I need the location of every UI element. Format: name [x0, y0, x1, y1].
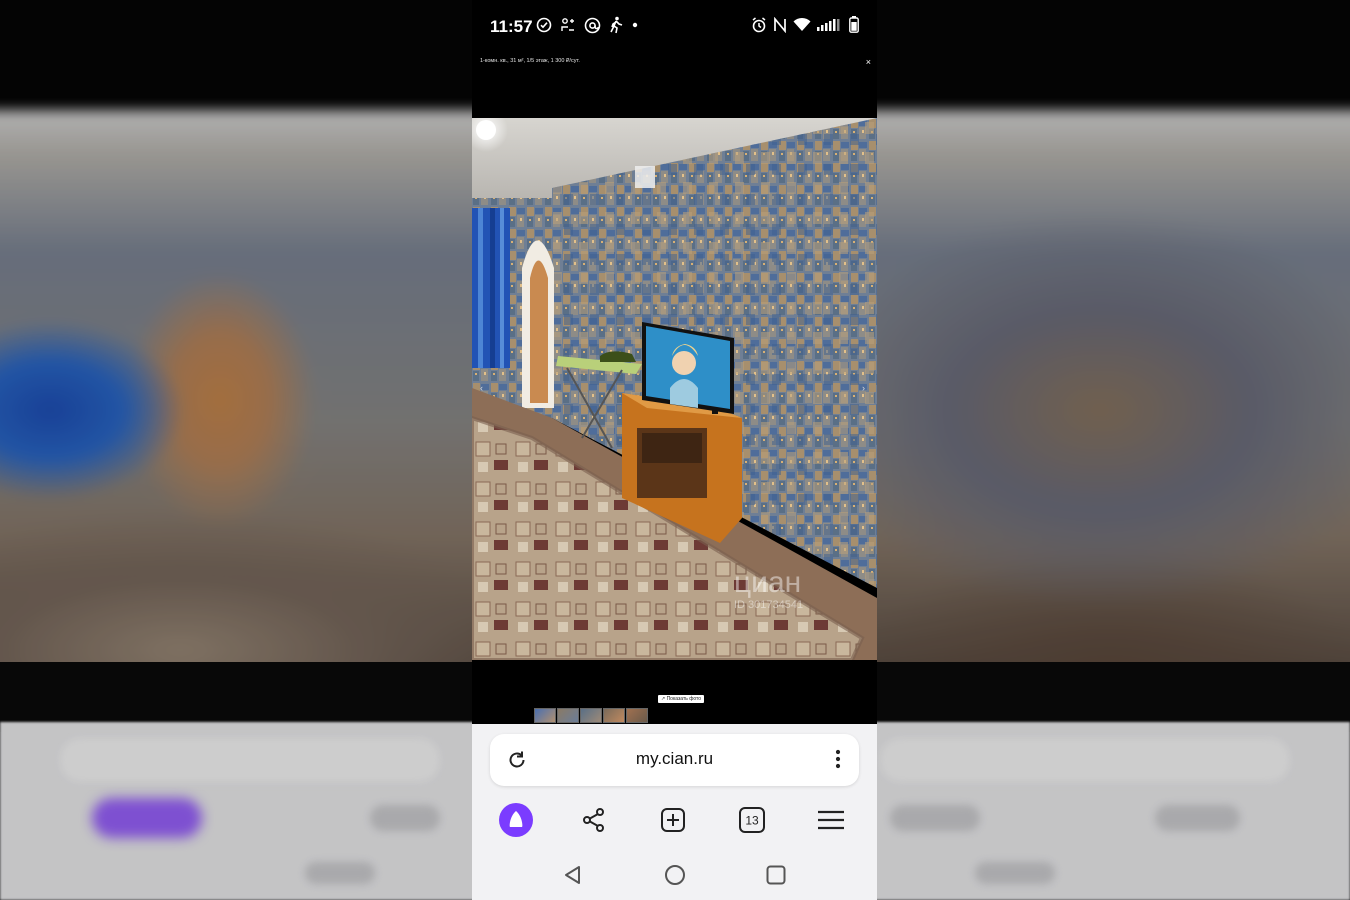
recents-icon [766, 865, 786, 885]
alice-button[interactable] [496, 800, 536, 840]
tabs-count: 13 [745, 814, 759, 828]
wifi-icon [793, 17, 811, 31]
nfc-icon [774, 16, 786, 33]
new-tab-icon [661, 808, 685, 832]
share-icon [583, 808, 604, 832]
battery-icon [849, 16, 859, 33]
listing-caption: 1-комн. кв., 31 м², 1/5 этаж, 1 300 ₽/су… [480, 58, 580, 64]
listing-photo[interactable]: циан ID 301734541 [472, 118, 877, 660]
thumbnail-strip [534, 708, 648, 723]
alarm-icon [752, 16, 766, 32]
address-bar[interactable]: my.cian.ru [490, 734, 859, 786]
new-tab-button[interactable] [653, 800, 693, 840]
browser-toolbar: 13 [472, 800, 877, 840]
alice-assistant-icon [499, 803, 533, 837]
thumbnail[interactable] [603, 708, 625, 723]
menu-icon [818, 810, 844, 830]
home-button[interactable] [660, 860, 690, 890]
menu-button[interactable] [811, 800, 851, 840]
at-icon [584, 17, 601, 33]
more-vert-icon[interactable] [835, 748, 841, 770]
phone-screen: 11:57 1-комн. кв., 31 м², 1/5 этаж, 1 30… [472, 0, 877, 900]
status-bar: 11:57 [472, 0, 877, 52]
signal-icon [817, 18, 840, 31]
dot-icon [632, 22, 638, 28]
thumbnail[interactable] [626, 708, 648, 723]
tabs-icon: 13 [739, 807, 765, 833]
walking-icon [610, 16, 623, 34]
accessibility-icon [561, 18, 574, 31]
thumbnail[interactable] [557, 708, 579, 723]
show-photos-button[interactable]: ↗ Показать фото [658, 695, 705, 703]
prev-photo-button[interactable]: ‹ [480, 383, 483, 393]
home-icon [665, 865, 685, 885]
tabs-button[interactable]: 13 [732, 800, 772, 840]
check-circle-icon [536, 17, 552, 33]
photo-watermark-id: ID 301734541 [734, 599, 803, 611]
photo-watermark: циан [734, 566, 801, 599]
back-button[interactable] [558, 860, 588, 890]
share-button[interactable] [574, 800, 614, 840]
close-viewer-button[interactable]: × [866, 57, 871, 67]
back-icon [565, 866, 580, 884]
status-time: 11:57 [490, 17, 533, 36]
url-text[interactable]: my.cian.ru [490, 749, 859, 769]
browser-chrome: my.cian.ru 13 [472, 724, 877, 900]
thumbnail[interactable] [534, 708, 556, 723]
thumbnail[interactable] [580, 708, 602, 723]
next-photo-button[interactable]: › [862, 383, 865, 393]
system-nav-bar [472, 856, 877, 892]
recents-button[interactable] [761, 860, 791, 890]
